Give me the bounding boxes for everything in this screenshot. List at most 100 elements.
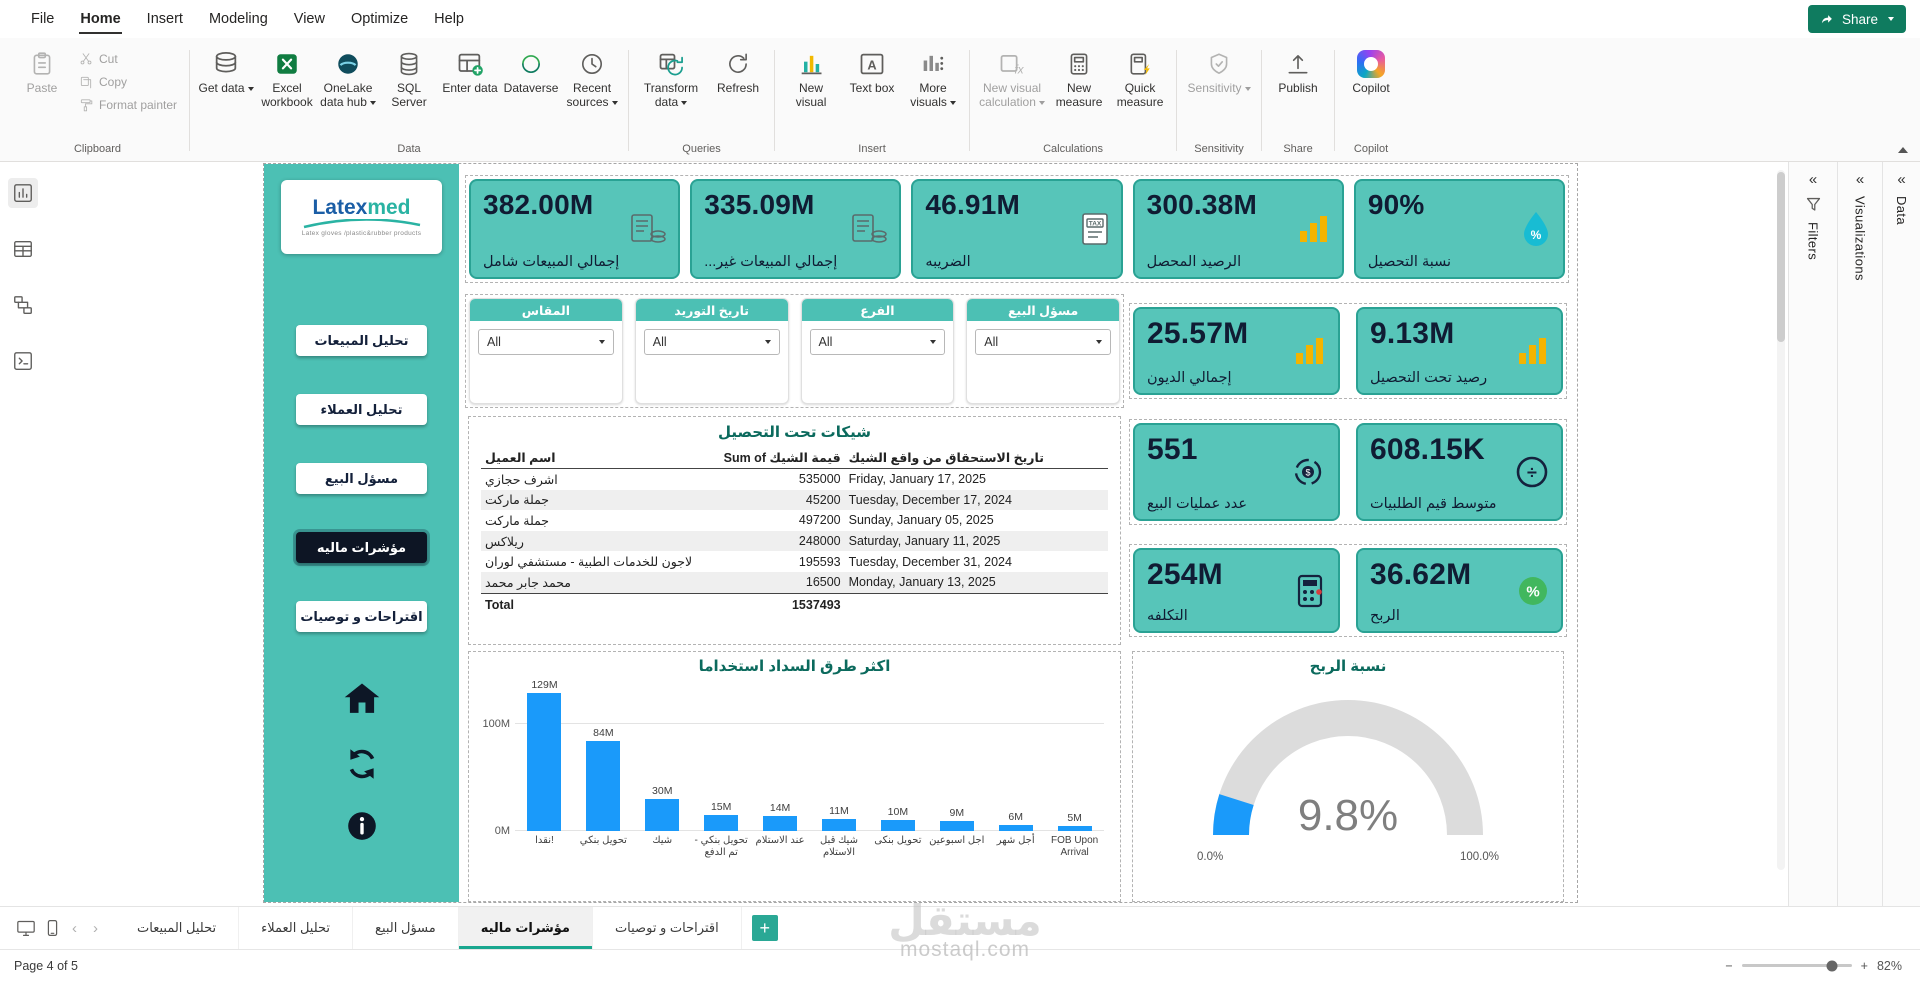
bar[interactable] bbox=[821, 819, 856, 831]
data-pane-label[interactable]: Data bbox=[1894, 196, 1909, 225]
header-check-amount[interactable]: Sum of قيمة الشيك bbox=[712, 447, 845, 469]
kpi-profit[interactable]: 36.62M الربح % bbox=[1356, 548, 1563, 633]
tab-customer-analysis[interactable]: تحليل العملاء bbox=[239, 907, 354, 949]
get-data-button[interactable]: Get data bbox=[196, 44, 256, 101]
report-page[interactable]: Latexmed Latex gloves /plastic&rubber pr… bbox=[263, 163, 1578, 903]
nav-suggestions[interactable]: اقتراحات و توصيات bbox=[296, 601, 427, 632]
onelake-data-hub-button[interactable]: OneLake data hub bbox=[318, 44, 378, 115]
new-page-button[interactable]: + bbox=[751, 915, 778, 941]
share-button[interactable]: Share bbox=[1807, 5, 1906, 33]
kpi-collected-balance[interactable]: 300.38M الرصيد المحصل bbox=[1132, 179, 1344, 279]
filter-sales-officer-dropdown[interactable]: All bbox=[975, 329, 1111, 355]
bar-column[interactable]: 10M تحويل بنكى bbox=[868, 679, 927, 887]
tab-sales-officer[interactable]: مسؤل البيع bbox=[353, 907, 459, 949]
cut-button[interactable]: Cut bbox=[75, 48, 181, 69]
report-view-button[interactable] bbox=[8, 178, 38, 208]
kpi-sales-count[interactable]: 551 عدد عمليات البيع $ bbox=[1133, 423, 1340, 521]
zoom-slider[interactable] bbox=[1741, 960, 1852, 971]
bar-column[interactable]: 15M تحويل بنكي - تم الدفع bbox=[692, 679, 751, 887]
scrollbar-thumb[interactable] bbox=[1777, 172, 1785, 342]
bar[interactable] bbox=[704, 814, 739, 831]
canvas-scrollbar[interactable] bbox=[1777, 170, 1785, 870]
visualizations-pane-label[interactable]: Visualizations bbox=[1853, 196, 1868, 281]
bar[interactable] bbox=[645, 798, 680, 831]
text-box-button[interactable]: A Text box bbox=[842, 44, 902, 101]
nav-sales-officer[interactable]: مسؤل البيع bbox=[296, 463, 427, 494]
dataverse-button[interactable]: Dataverse bbox=[501, 44, 561, 101]
collapse-ribbon-icon[interactable] bbox=[1898, 147, 1908, 153]
nav-customer-analysis[interactable]: تحليل العملاء bbox=[296, 394, 427, 425]
paste-button[interactable]: Paste bbox=[12, 44, 72, 101]
filters-pane-label[interactable]: Filters bbox=[1806, 222, 1821, 260]
menu-modeling[interactable]: Modeling bbox=[196, 0, 281, 38]
menu-file[interactable]: File bbox=[18, 0, 67, 38]
bar[interactable] bbox=[939, 821, 974, 831]
quick-measure-button[interactable]: Quick measure bbox=[1110, 44, 1170, 115]
table-row[interactable]: ريلاكس 248000 Saturday, January 11, 2025 bbox=[481, 530, 1108, 552]
bar[interactable] bbox=[586, 741, 621, 831]
bar-column[interactable]: 84M تحويل بنكي bbox=[574, 679, 633, 887]
checks-under-collection-table[interactable]: شيكات تحت التحصيل اسم العميل Sum of قيمة… bbox=[468, 416, 1121, 645]
bar[interactable] bbox=[880, 820, 915, 831]
kpi-avg-order-value[interactable]: 608.15K متوسط قيم الطلبيات ÷ bbox=[1356, 423, 1563, 521]
zoom-in-icon[interactable]: + bbox=[1861, 959, 1868, 973]
kpi-collection-rate[interactable]: 90% نسبة التحصيل % bbox=[1353, 179, 1566, 279]
menu-home[interactable]: Home bbox=[67, 0, 133, 38]
bar-column[interactable]: 5M FOB Upon Arrival bbox=[1045, 679, 1104, 887]
new-visual-button[interactable]: New visual bbox=[781, 44, 841, 115]
filter-size-dropdown[interactable]: All bbox=[478, 329, 614, 355]
filter-supply-date-dropdown[interactable]: All bbox=[643, 329, 780, 355]
next-page-icon[interactable]: › bbox=[90, 920, 101, 937]
recent-sources-button[interactable]: Recent sources bbox=[562, 44, 622, 115]
bar-column[interactable]: 14M عند الاستلام bbox=[751, 679, 810, 887]
excel-workbook-button[interactable]: Excel workbook bbox=[257, 44, 317, 115]
header-client-name[interactable]: اسم العميل bbox=[481, 447, 713, 469]
expand-data-icon[interactable]: « bbox=[1897, 172, 1905, 187]
kpi-total-sales-excl[interactable]: 335.09M إجمالي المبيعات غير... bbox=[690, 179, 902, 279]
transform-data-button[interactable]: Transform data bbox=[635, 44, 707, 115]
nav-sales-analysis[interactable]: تحليل المبيعات bbox=[296, 325, 427, 356]
mobile-layout-icon[interactable] bbox=[46, 919, 59, 937]
copilot-button[interactable]: Copilot bbox=[1341, 44, 1401, 101]
bar-column[interactable]: 30M شيك bbox=[633, 679, 692, 887]
menu-help[interactable]: Help bbox=[421, 0, 477, 38]
refresh-button[interactable]: Refresh bbox=[708, 44, 768, 101]
zoom-out-icon[interactable]: − bbox=[1725, 959, 1732, 973]
model-view-button[interactable] bbox=[8, 290, 38, 320]
new-measure-button[interactable]: New measure bbox=[1049, 44, 1109, 115]
sql-server-button[interactable]: SQL Server bbox=[379, 44, 439, 115]
table-row[interactable]: جملة ماركت 497200 Sunday, January 05, 2025 bbox=[481, 510, 1108, 531]
info-button[interactable] bbox=[345, 809, 379, 843]
sensitivity-button[interactable]: Sensitivity bbox=[1183, 44, 1255, 101]
kpi-tax[interactable]: 46.91M الضريبه TAX bbox=[911, 179, 1123, 279]
home-button[interactable] bbox=[341, 680, 383, 718]
table-view-button[interactable] bbox=[8, 234, 38, 264]
table-row[interactable]: محمد جابر محمد 16500 Monday, January 13, 2… bbox=[481, 571, 1108, 594]
profit-ratio-gauge[interactable]: نسبة الربح 9.8% 0.0% 100.0% bbox=[1132, 651, 1564, 902]
prev-page-icon[interactable]: ‹ bbox=[69, 920, 80, 937]
filter-branch-dropdown[interactable]: All bbox=[809, 329, 946, 355]
format-painter-button[interactable]: Format painter bbox=[75, 94, 181, 115]
menu-optimize[interactable]: Optimize bbox=[338, 0, 421, 38]
payment-methods-chart[interactable]: اكثر طرق السداد استخداما 129M نقدا! 84M تحو… bbox=[468, 651, 1121, 902]
desktop-layout-icon[interactable] bbox=[16, 919, 36, 937]
publish-button[interactable]: Publish bbox=[1268, 44, 1328, 101]
kpi-total-sales-incl[interactable]: 382.00M إجمالي المبيعات شامل bbox=[469, 179, 681, 279]
table-row[interactable]: جملة ماركت 45200 Tuesday, December 17, 202… bbox=[481, 489, 1108, 511]
table-row[interactable]: اشرف حجازي 535000 Friday, January 17, 2025 bbox=[481, 469, 1108, 490]
zoom-slider-thumb[interactable] bbox=[1826, 960, 1838, 971]
bar-column[interactable]: 129M نقدا! bbox=[515, 679, 574, 887]
copy-button[interactable]: Copy bbox=[75, 71, 181, 92]
kpi-cost[interactable]: 254M التكلفه bbox=[1133, 548, 1340, 633]
tab-financial-indicators[interactable]: مؤشرات ماليه bbox=[458, 907, 593, 949]
enter-data-button[interactable]: Enter data bbox=[440, 44, 500, 101]
nav-financial-indicators[interactable]: مؤشرات ماليه bbox=[296, 532, 427, 563]
more-visuals-button[interactable]: More visuals bbox=[903, 44, 963, 115]
table-row[interactable]: لاجون للخدمات الطبية - مستشفي لوران 19559… bbox=[481, 551, 1108, 572]
tab-suggestions[interactable]: اقتراحات و توصيات bbox=[593, 907, 742, 949]
dax-query-view-button[interactable] bbox=[8, 346, 38, 376]
expand-filters-icon[interactable]: « bbox=[1809, 172, 1817, 187]
bar-column[interactable]: 6M أجل شهر bbox=[986, 679, 1045, 887]
expand-visualizations-icon[interactable]: « bbox=[1856, 172, 1864, 187]
header-due-date[interactable]: تاريخ الاستحقاق من واقع الشيك bbox=[844, 447, 1108, 469]
